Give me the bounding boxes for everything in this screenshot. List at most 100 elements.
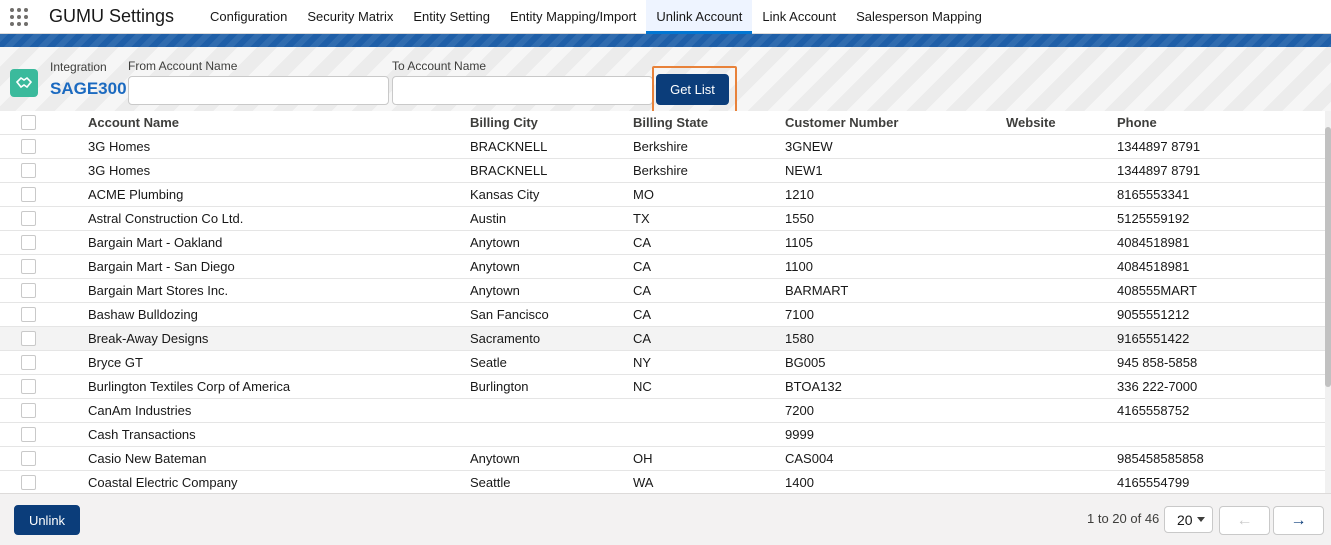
- table-row[interactable]: Bashaw Bulldozing San Fancisco CA 7100 90555…: [0, 302, 1325, 327]
- table-row[interactable]: Coastal Electric Company Seattle WA 1400 416…: [0, 470, 1325, 493]
- unlink-button[interactable]: Unlink: [14, 505, 80, 535]
- column-header[interactable]: Phone: [1117, 111, 1325, 135]
- tab-configuration[interactable]: Configuration: [200, 0, 297, 33]
- row-checkbox[interactable]: [21, 379, 36, 395]
- tab-security-matrix[interactable]: Security Matrix: [297, 0, 403, 33]
- vertical-scrollbar[interactable]: [1325, 111, 1331, 493]
- from-account-input[interactable]: [128, 76, 389, 105]
- table-row[interactable]: Bargain Mart - San Diego Anytown CA 1100 408…: [0, 254, 1325, 279]
- row-checkbox[interactable]: [21, 355, 36, 371]
- tab-entity-mapping-import[interactable]: Entity Mapping/Import: [500, 0, 646, 33]
- handshake-icon: [10, 69, 38, 97]
- chevron-down-icon: [1197, 517, 1205, 522]
- to-account-input[interactable]: [392, 76, 653, 105]
- cell-name: Bargain Mart - Oakland: [88, 230, 470, 255]
- row-checkbox[interactable]: [21, 451, 36, 467]
- column-header[interactable]: Billing City: [470, 111, 633, 135]
- cell-phone: 4165558752: [1117, 398, 1325, 423]
- cell-website: [1006, 230, 1117, 255]
- row-checkbox[interactable]: [21, 211, 36, 227]
- cell-state: NY: [633, 350, 785, 375]
- cell-city: BRACKNELL: [470, 158, 633, 183]
- row-checkbox[interactable]: [21, 403, 36, 419]
- column-header[interactable]: Account Name: [88, 111, 470, 135]
- row-checkbox[interactable]: [21, 259, 36, 275]
- cell-website: [1006, 278, 1117, 303]
- cell-website: [1006, 350, 1117, 375]
- cell-phone: 1344897 8791: [1117, 158, 1325, 183]
- cell-phone: 408555MART: [1117, 278, 1325, 303]
- table-row[interactable]: 3G Homes BRACKNELL Berkshire 3GNEW 1344897 8…: [0, 134, 1325, 159]
- cell-city: [470, 398, 633, 423]
- cell-number: 9999: [785, 422, 1006, 447]
- select-all-checkbox[interactable]: [21, 115, 36, 131]
- table-row[interactable]: 3G Homes BRACKNELL Berkshire NEW1 1344897 87…: [0, 158, 1325, 183]
- row-checkbox[interactable]: [21, 307, 36, 323]
- row-checkbox[interactable]: [21, 139, 36, 155]
- table-row[interactable]: Bryce GT Seatle NY BG005 945 858-5858: [0, 350, 1325, 375]
- cell-state: CA: [633, 278, 785, 303]
- previous-page-button[interactable]: ←: [1219, 506, 1270, 535]
- cell-website: [1006, 470, 1117, 493]
- table-row[interactable]: Cash Transactions 9999: [0, 422, 1325, 447]
- cell-state: NC: [633, 374, 785, 399]
- cell-name: Casio New Bateman: [88, 446, 470, 471]
- cell-name: ACME Plumbing: [88, 182, 470, 207]
- cell-number: 1100: [785, 254, 1006, 279]
- cell-city: Seattle: [470, 470, 633, 493]
- table-row[interactable]: Bargain Mart Stores Inc. Anytown CA BARMART…: [0, 278, 1325, 303]
- cell-phone: 5125559192: [1117, 206, 1325, 231]
- cell-city: Austin: [470, 206, 633, 231]
- page-size-select[interactable]: 20: [1164, 506, 1213, 533]
- row-checkbox[interactable]: [21, 187, 36, 203]
- table-row[interactable]: Burlington Textiles Corp of America Burli…: [0, 374, 1325, 399]
- tab-salesperson-mapping[interactable]: Salesperson Mapping: [846, 0, 992, 33]
- row-checkbox[interactable]: [21, 163, 36, 179]
- table-row[interactable]: CanAm Industries 7200 4165558752: [0, 398, 1325, 423]
- table-row[interactable]: Break-Away Designs Sacramento CA 1580 916555…: [0, 325, 1325, 351]
- row-checkbox[interactable]: [21, 427, 36, 443]
- cell-name: Bargain Mart Stores Inc.: [88, 278, 470, 303]
- cell-state: CA: [633, 325, 785, 351]
- cell-state: [633, 422, 785, 447]
- row-checkbox[interactable]: [21, 283, 36, 299]
- cell-website: [1006, 206, 1117, 231]
- cell-number: 3GNEW: [785, 134, 1006, 159]
- cell-number: BTOA132: [785, 374, 1006, 399]
- row-checkbox[interactable]: [21, 475, 36, 491]
- footer: Unlink 1 to 20 of 46 20 ← →: [0, 493, 1331, 545]
- cell-city: Kansas City: [470, 182, 633, 207]
- cell-phone: 336 222-7000: [1117, 374, 1325, 399]
- app-launcher-icon[interactable]: [0, 0, 38, 33]
- cell-website: [1006, 325, 1117, 351]
- row-checkbox[interactable]: [21, 331, 36, 347]
- accounts-table-container: Account Name Billing City Billing State …: [0, 111, 1331, 493]
- cell-city: Sacramento: [470, 325, 633, 351]
- from-account-label: From Account Name: [128, 59, 238, 73]
- table-row[interactable]: Astral Construction Co Ltd. Austin TX 1550 5…: [0, 206, 1325, 231]
- row-checkbox[interactable]: [21, 235, 36, 251]
- tab-entity-setting[interactable]: Entity Setting: [403, 0, 500, 33]
- get-list-button[interactable]: Get List: [656, 74, 729, 105]
- page-body: Integration SAGE300 From Account Name To…: [0, 47, 1331, 545]
- cell-name: Cash Transactions: [88, 422, 470, 447]
- table-row[interactable]: ACME Plumbing Kansas City MO 1210 8165553341: [0, 182, 1325, 207]
- cell-number: NEW1: [785, 158, 1006, 183]
- column-header[interactable]: Billing State: [633, 111, 785, 135]
- column-header[interactable]: Website: [1006, 111, 1117, 135]
- cell-number: 1580: [785, 325, 1006, 351]
- arrow-left-icon: ←: [1236, 511, 1253, 529]
- table-row[interactable]: Casio New Bateman Anytown OH CAS004 98545858…: [0, 446, 1325, 471]
- page-size-value: 20: [1177, 511, 1193, 528]
- next-page-button[interactable]: →: [1273, 506, 1324, 535]
- tab-link-account[interactable]: Link Account: [752, 0, 846, 33]
- cell-state: [633, 398, 785, 423]
- table-row[interactable]: Bargain Mart - Oakland Anytown CA 1105 40845…: [0, 230, 1325, 255]
- tab-unlink-account[interactable]: Unlink Account: [646, 0, 753, 34]
- cell-number: 1210: [785, 182, 1006, 207]
- cell-number: 1550: [785, 206, 1006, 231]
- cell-phone: 9165551422: [1117, 325, 1325, 351]
- cell-website: [1006, 446, 1117, 471]
- cell-name: Astral Construction Co Ltd.: [88, 206, 470, 231]
- column-header[interactable]: Customer Number: [785, 111, 1006, 135]
